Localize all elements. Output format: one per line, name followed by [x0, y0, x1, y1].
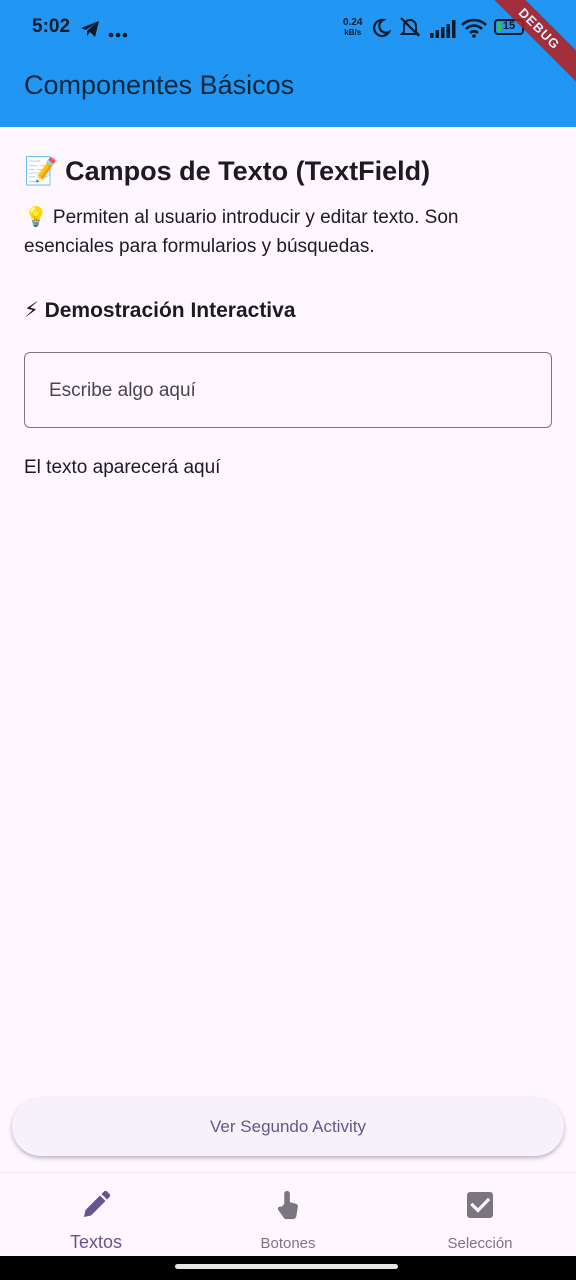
text-field[interactable]	[24, 352, 552, 429]
touch-icon	[277, 1190, 298, 1220]
section-description: 💡 Permiten al usuario introducir y edita…	[24, 207, 459, 257]
moon-icon	[373, 18, 391, 38]
pencil-icon	[84, 1190, 111, 1217]
ver-segundo-activity-button[interactable]: Ver Segundo Activity	[12, 1098, 564, 1156]
home-indicator[interactable]	[175, 1264, 398, 1269]
net-speed-unit: kB/s	[344, 28, 362, 37]
status-time: 5:02	[32, 16, 71, 37]
nav-label: Textos	[69, 1232, 123, 1252]
net-speed-value: 0.24	[343, 17, 363, 28]
app-bar: 5:02 0.24 kB/s 15 DEBUG Componentes Bási…	[0, 0, 576, 127]
nav-label: Selección	[447, 1235, 513, 1252]
nav-label: Botones	[260, 1235, 316, 1252]
output-text: El texto aparecerá aquí	[24, 457, 221, 478]
network-speed: 0.24 kB/s	[343, 18, 362, 38]
demo-title: ⚡ Demostración Interactiva	[24, 299, 296, 322]
telegram-icon	[81, 21, 99, 37]
page-title: Componentes Básicos	[24, 70, 295, 100]
status-bar: 5:02 0.24 kB/s 15	[0, 0, 576, 56]
system-navigation-bar	[0, 1256, 576, 1280]
signal-icon	[430, 20, 456, 38]
bell-off-icon	[399, 17, 421, 37]
section-title: 📝 Campos de Texto (TextField)	[24, 156, 431, 186]
text-input[interactable]	[47, 353, 531, 429]
checkbox-icon	[467, 1192, 493, 1218]
nav-item-textos[interactable]: Textos	[0, 1173, 192, 1257]
wifi-icon	[461, 18, 487, 38]
nav-item-botones[interactable]: Botones	[192, 1173, 384, 1257]
bottom-navigation: Textos Botones Selección	[0, 1172, 576, 1257]
nav-item-seleccion[interactable]: Selección	[384, 1173, 576, 1257]
more-icon	[108, 32, 128, 38]
